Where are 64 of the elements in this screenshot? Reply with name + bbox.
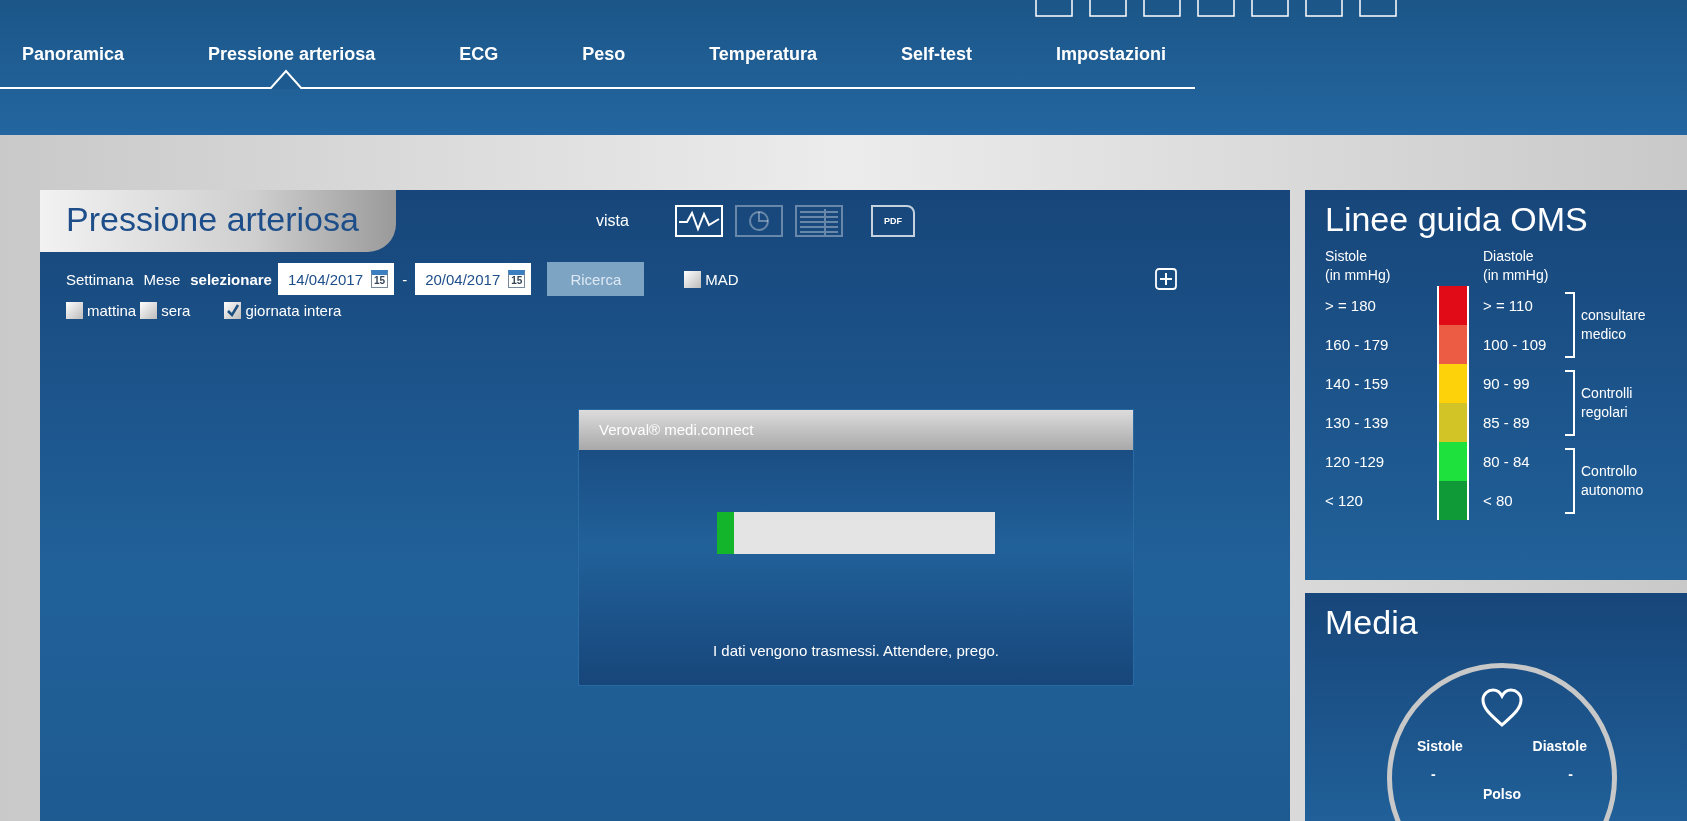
calendar-icon[interactable]: 15	[508, 270, 526, 288]
toolbar-icon[interactable]	[1143, 0, 1181, 18]
toolbar-icon[interactable]	[1089, 0, 1127, 18]
nav-tab[interactable]: Peso	[560, 30, 658, 87]
nav-tab[interactable]: ECG	[437, 30, 531, 87]
systole-label: Sistole	[1417, 738, 1463, 754]
diastole-value: -	[1568, 766, 1573, 782]
calendar-icon[interactable]: 15	[371, 270, 389, 288]
time-filter-checkbox[interactable]: giornata intera	[224, 302, 342, 319]
column-header: Diastole (in mmHg)	[1482, 247, 1550, 285]
period-option[interactable]: Settimana	[66, 270, 144, 288]
date-separator: -	[402, 270, 408, 288]
systole-range: 160 - 179	[1325, 336, 1390, 353]
add-icon[interactable]	[1154, 268, 1177, 290]
diastole-range: 85 - 89	[1482, 414, 1531, 431]
panel-title: Linee guida OMS	[1325, 200, 1589, 239]
pdf-button[interactable]: PDF	[870, 205, 915, 237]
nav-tab[interactable]: Panoramica	[0, 30, 157, 87]
systole-range: 130 - 139	[1325, 414, 1390, 431]
systole-range: > = 180	[1325, 297, 1377, 314]
diastole-range: 100 - 109	[1482, 336, 1548, 353]
recommendation-text: Controlli regolari	[1581, 384, 1633, 422]
toolbar-icon[interactable]	[1251, 0, 1289, 18]
date-field[interactable]: 20/04/2017 15	[415, 263, 532, 295]
pie-chart-icon[interactable]	[734, 205, 783, 237]
time-filter-checkbox[interactable]: sera	[140, 302, 191, 319]
period-option[interactable]: Mese	[143, 270, 191, 288]
nav-tab[interactable]: Pressione arteriosa	[186, 30, 408, 87]
diastole-label: Diastole	[1532, 738, 1587, 754]
pulse-label: Polso	[1482, 786, 1522, 802]
dialog-message: I dati vengono trasmessi. Attendere, prego.	[713, 642, 999, 659]
diastole-range: 90 - 99	[1482, 375, 1531, 392]
recommendation-text: Controllo autonomo	[1581, 462, 1644, 500]
systole-range: 120 -129	[1325, 453, 1386, 470]
diastole-range: > = 110	[1482, 297, 1534, 314]
bracket	[1565, 292, 1575, 358]
diastole-range: < 80	[1482, 492, 1514, 509]
time-filter-checkbox[interactable]: mattina	[66, 302, 137, 319]
bracket	[1565, 370, 1575, 436]
line-chart-icon[interactable]	[674, 205, 723, 237]
mad-checkbox[interactable]: MAD	[684, 270, 739, 288]
systole-range: 140 - 159	[1325, 375, 1390, 392]
nav-tab[interactable]: Temperatura	[687, 30, 849, 87]
nav-tab[interactable]: Self-test	[878, 30, 1004, 87]
nav-tab[interactable]: Impostazioni	[1033, 30, 1198, 87]
toolbar-icon[interactable]	[1035, 0, 1073, 18]
diastole-range: 80 - 84	[1482, 453, 1531, 470]
heart-icon	[1480, 688, 1524, 728]
view-label: vista	[596, 212, 629, 230]
toolbar-icon[interactable]	[1305, 0, 1343, 18]
toolbar-icon[interactable]	[1197, 0, 1235, 18]
column-header: Sistole (in mmHg)	[1325, 247, 1392, 285]
select-label: selezionare	[190, 270, 272, 288]
check-icon	[225, 303, 240, 318]
dialog-title: Veroval® medi.connect	[579, 410, 1133, 450]
bracket	[1565, 448, 1575, 514]
recommendation-text: consultare medico	[1581, 306, 1646, 344]
systole-value: -	[1431, 766, 1436, 782]
systole-range: < 120	[1325, 492, 1364, 509]
date-field[interactable]: 14/04/2017 15	[277, 263, 395, 295]
toolbar-icon[interactable]	[1359, 0, 1397, 18]
table-icon[interactable]	[794, 205, 843, 237]
panel-title: Media	[1325, 603, 1419, 642]
panel-title: Pressione arteriosa	[40, 190, 396, 252]
